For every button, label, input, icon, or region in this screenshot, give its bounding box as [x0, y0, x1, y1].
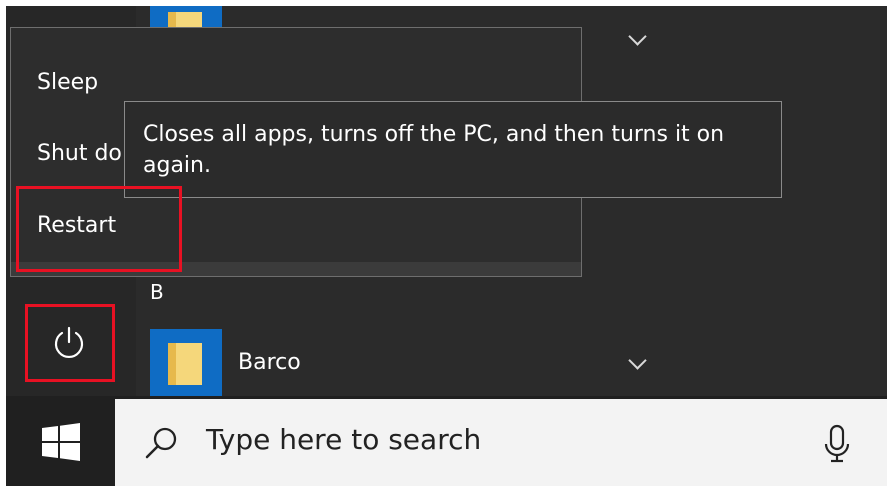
- app-section-letter[interactable]: B: [150, 280, 164, 304]
- restart-tooltip: Closes all apps, turns off the PC, and t…: [124, 101, 782, 198]
- folder-icon: [168, 343, 202, 385]
- restart-highlight-box: [16, 186, 182, 272]
- search-icon: [145, 427, 177, 459]
- app-name-barco[interactable]: Barco: [238, 350, 301, 375]
- taskbar-search-box[interactable]: Type here to search: [115, 399, 887, 486]
- screen: B Barco Sleep Shut do Restart Closes all…: [0, 0, 887, 486]
- microphone-icon[interactable]: [821, 424, 853, 464]
- power-menu-item-sleep[interactable]: Sleep: [37, 70, 98, 95]
- search-placeholder: Type here to search: [206, 423, 482, 456]
- power-menu-item-shut-down[interactable]: Shut do: [37, 141, 122, 166]
- power-highlight-box: [25, 304, 115, 382]
- app-tile-barco[interactable]: [150, 329, 222, 396]
- windows-logo-icon[interactable]: [42, 423, 80, 461]
